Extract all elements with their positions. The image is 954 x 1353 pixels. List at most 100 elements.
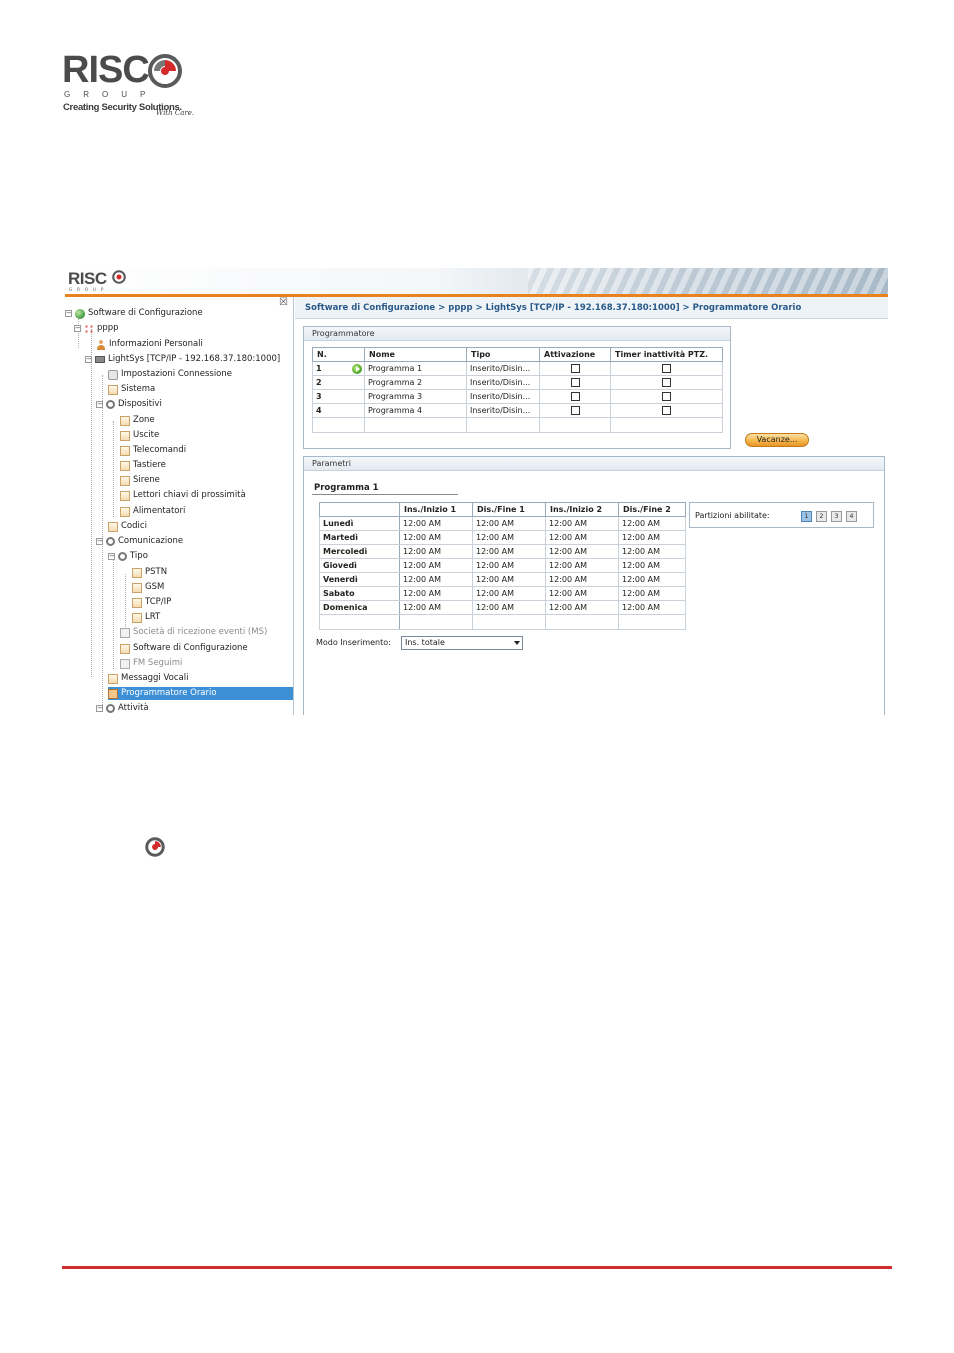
time-cell[interactable]: 12:00 AM <box>472 516 546 531</box>
time-cell[interactable]: 12:00 AM <box>618 600 686 615</box>
time-cell[interactable]: 12:00 AM <box>618 516 686 531</box>
timer-ptz-checkbox[interactable] <box>662 364 671 373</box>
tree-item-software-configurazione-2[interactable]: Software di Configurazione <box>120 642 248 655</box>
table-row[interactable]: 3 Programma 3 Inserito/Disin... <box>312 389 723 404</box>
time-cell[interactable]: 12:00 AM <box>399 586 473 601</box>
time-cell[interactable]: 12:00 AM <box>399 516 473 531</box>
time-cell[interactable]: 12:00 AM <box>545 572 619 587</box>
time-cell[interactable]: 12:00 AM <box>618 530 686 545</box>
collapse-icon[interactable]: − <box>65 310 72 317</box>
tree-item-messaggi-vocali[interactable]: Messaggi Vocali <box>108 672 188 685</box>
time-cell[interactable]: 12:00 AM <box>545 530 619 545</box>
timer-ptz-checkbox[interactable] <box>662 378 671 387</box>
column-header[interactable]: Attivazione <box>539 347 611 362</box>
program-name[interactable]: Programma 3 <box>364 389 467 404</box>
tree-item-sistema[interactable]: Sistema <box>108 383 155 396</box>
tree-item-tipo[interactable]: − Tipo <box>108 550 148 563</box>
timer-ptz-checkbox[interactable] <box>662 392 671 401</box>
time-cell[interactable]: 12:00 AM <box>618 544 686 559</box>
time-cell[interactable]: 12:00 AM <box>545 600 619 615</box>
column-header[interactable]: N. <box>312 347 365 362</box>
timer-ptz-checkbox[interactable] <box>662 406 671 415</box>
tree-item-lettori-chiavi[interactable]: Lettori chiavi di prossimità <box>120 489 246 502</box>
time-cell[interactable]: 12:00 AM <box>545 558 619 573</box>
collapse-icon[interactable]: − <box>74 325 81 332</box>
attivazione-checkbox[interactable] <box>570 378 580 387</box>
tree-item-lightsys[interactable]: − LightSys [TCP/IP - 192.168.37.180:1000] <box>85 353 280 366</box>
collapse-icon[interactable]: − <box>96 538 103 545</box>
tree-item-alimentatori[interactable]: Alimentatori <box>120 505 185 518</box>
time-cell[interactable]: 12:00 AM <box>399 544 473 559</box>
time-cell[interactable]: 12:00 AM <box>472 530 546 545</box>
close-tree-icon[interactable]: ☒ <box>279 297 288 308</box>
collapse-icon[interactable]: − <box>85 356 92 363</box>
tree-item-pstn[interactable]: PSTN <box>132 566 167 579</box>
attivazione-checkbox[interactable] <box>570 392 580 401</box>
day-label: Domenica <box>319 600 400 615</box>
time-cell[interactable]: 12:00 AM <box>472 586 546 601</box>
collapse-icon[interactable]: − <box>96 401 103 408</box>
tree-item-impostazioni-connessione[interactable]: Impostazioni Connessione <box>108 368 232 381</box>
program-name[interactable]: Programma 1 <box>364 361 467 376</box>
time-cell[interactable]: 12:00 AM <box>399 530 473 545</box>
tree-item-programmatore-orario[interactable]: Programmatore Orario <box>108 687 293 700</box>
table-row[interactable]: 2 Programma 2 Inserito/Disin... <box>312 375 723 390</box>
vacanze-button[interactable]: Vacanze... <box>745 433 809 447</box>
time-cell[interactable]: 12:00 AM <box>618 586 686 601</box>
partition-toggle-4[interactable]: 4 <box>846 511 857 522</box>
time-cell[interactable]: 12:00 AM <box>399 600 473 615</box>
column-header[interactable]: Timer inattività PTZ. <box>610 347 723 362</box>
table-row[interactable]: 1 Programma 1 Inserito/Disin... <box>312 361 723 376</box>
collapse-icon[interactable]: − <box>96 705 103 712</box>
program-type[interactable]: Inserito/Disin... <box>466 375 540 390</box>
table-row[interactable]: 4 Programma 4 Inserito/Disin... <box>312 403 723 418</box>
time-cell[interactable]: 12:00 AM <box>399 558 473 573</box>
tree-item-codici[interactable]: Codici <box>108 520 147 533</box>
tree-item-gsm[interactable]: GSM <box>132 581 164 594</box>
tree-item-societa-ricezione[interactable]: Società di ricezione eventi (MS) <box>120 626 267 639</box>
column-header[interactable]: Ins./Inizio 2 <box>545 502 619 517</box>
breadcrumb: Software di Configurazione > pppp > Ligh… <box>295 297 888 319</box>
tree-item-sirene[interactable]: Sirene <box>120 474 160 487</box>
program-name[interactable]: Programma 4 <box>364 403 467 418</box>
partition-toggle-3[interactable]: 3 <box>831 511 842 522</box>
partition-toggle-2[interactable]: 2 <box>816 511 827 522</box>
time-cell[interactable]: 12:00 AM <box>472 558 546 573</box>
program-type[interactable]: Inserito/Disin... <box>466 361 540 376</box>
program-type[interactable]: Inserito/Disin... <box>466 389 540 404</box>
attivazione-checkbox[interactable] <box>570 364 580 373</box>
tree-item-pppp[interactable]: − pppp <box>74 322 119 335</box>
tree-item-uscite[interactable]: Uscite <box>120 429 159 442</box>
tree-item-attivita[interactable]: − Attività <box>96 702 149 715</box>
partition-toggle-1[interactable]: 1 <box>801 511 812 522</box>
time-cell[interactable]: 12:00 AM <box>472 544 546 559</box>
column-header[interactable]: Dis./Fine 2 <box>618 502 686 517</box>
time-cell[interactable]: 12:00 AM <box>472 600 546 615</box>
column-header[interactable]: Ins./Inizio 1 <box>399 502 473 517</box>
program-name[interactable]: Programma 2 <box>364 375 467 390</box>
tree-item-fm-seguimi[interactable]: FM Seguimi <box>120 657 182 670</box>
tree-item-software-configurazione[interactable]: − Software di Configurazione <box>65 307 203 320</box>
modo-inserimento-select[interactable]: Ins. totale <box>401 636 523 650</box>
time-cell[interactable]: 12:00 AM <box>399 572 473 587</box>
tree-item-telecomandi[interactable]: Telecomandi <box>120 444 186 457</box>
tree-item-comunicazione[interactable]: − Comunicazione <box>96 535 183 548</box>
collapse-icon[interactable]: − <box>108 553 115 560</box>
time-cell[interactable]: 12:00 AM <box>545 516 619 531</box>
program-type[interactable]: Inserito/Disin... <box>466 403 540 418</box>
tree-item-informazioni-personali[interactable]: Informazioni Personali <box>96 338 203 351</box>
time-cell[interactable]: 12:00 AM <box>472 572 546 587</box>
column-header[interactable]: Nome <box>364 347 467 362</box>
tree-item-zone[interactable]: Zone <box>120 414 155 427</box>
tree-item-tastiere[interactable]: Tastiere <box>120 459 166 472</box>
column-header[interactable]: Dis./Fine 1 <box>472 502 546 517</box>
attivazione-checkbox[interactable] <box>570 406 580 415</box>
time-cell[interactable]: 12:00 AM <box>618 558 686 573</box>
time-cell[interactable]: 12:00 AM <box>618 572 686 587</box>
time-cell[interactable]: 12:00 AM <box>545 586 619 601</box>
column-header[interactable]: Tipo <box>466 347 540 362</box>
tree-item-tcpip[interactable]: TCP/IP <box>132 596 171 609</box>
tree-item-lrt[interactable]: LRT <box>132 611 160 624</box>
time-cell[interactable]: 12:00 AM <box>545 544 619 559</box>
tree-item-dispositivi[interactable]: − Dispositivi <box>96 398 162 411</box>
